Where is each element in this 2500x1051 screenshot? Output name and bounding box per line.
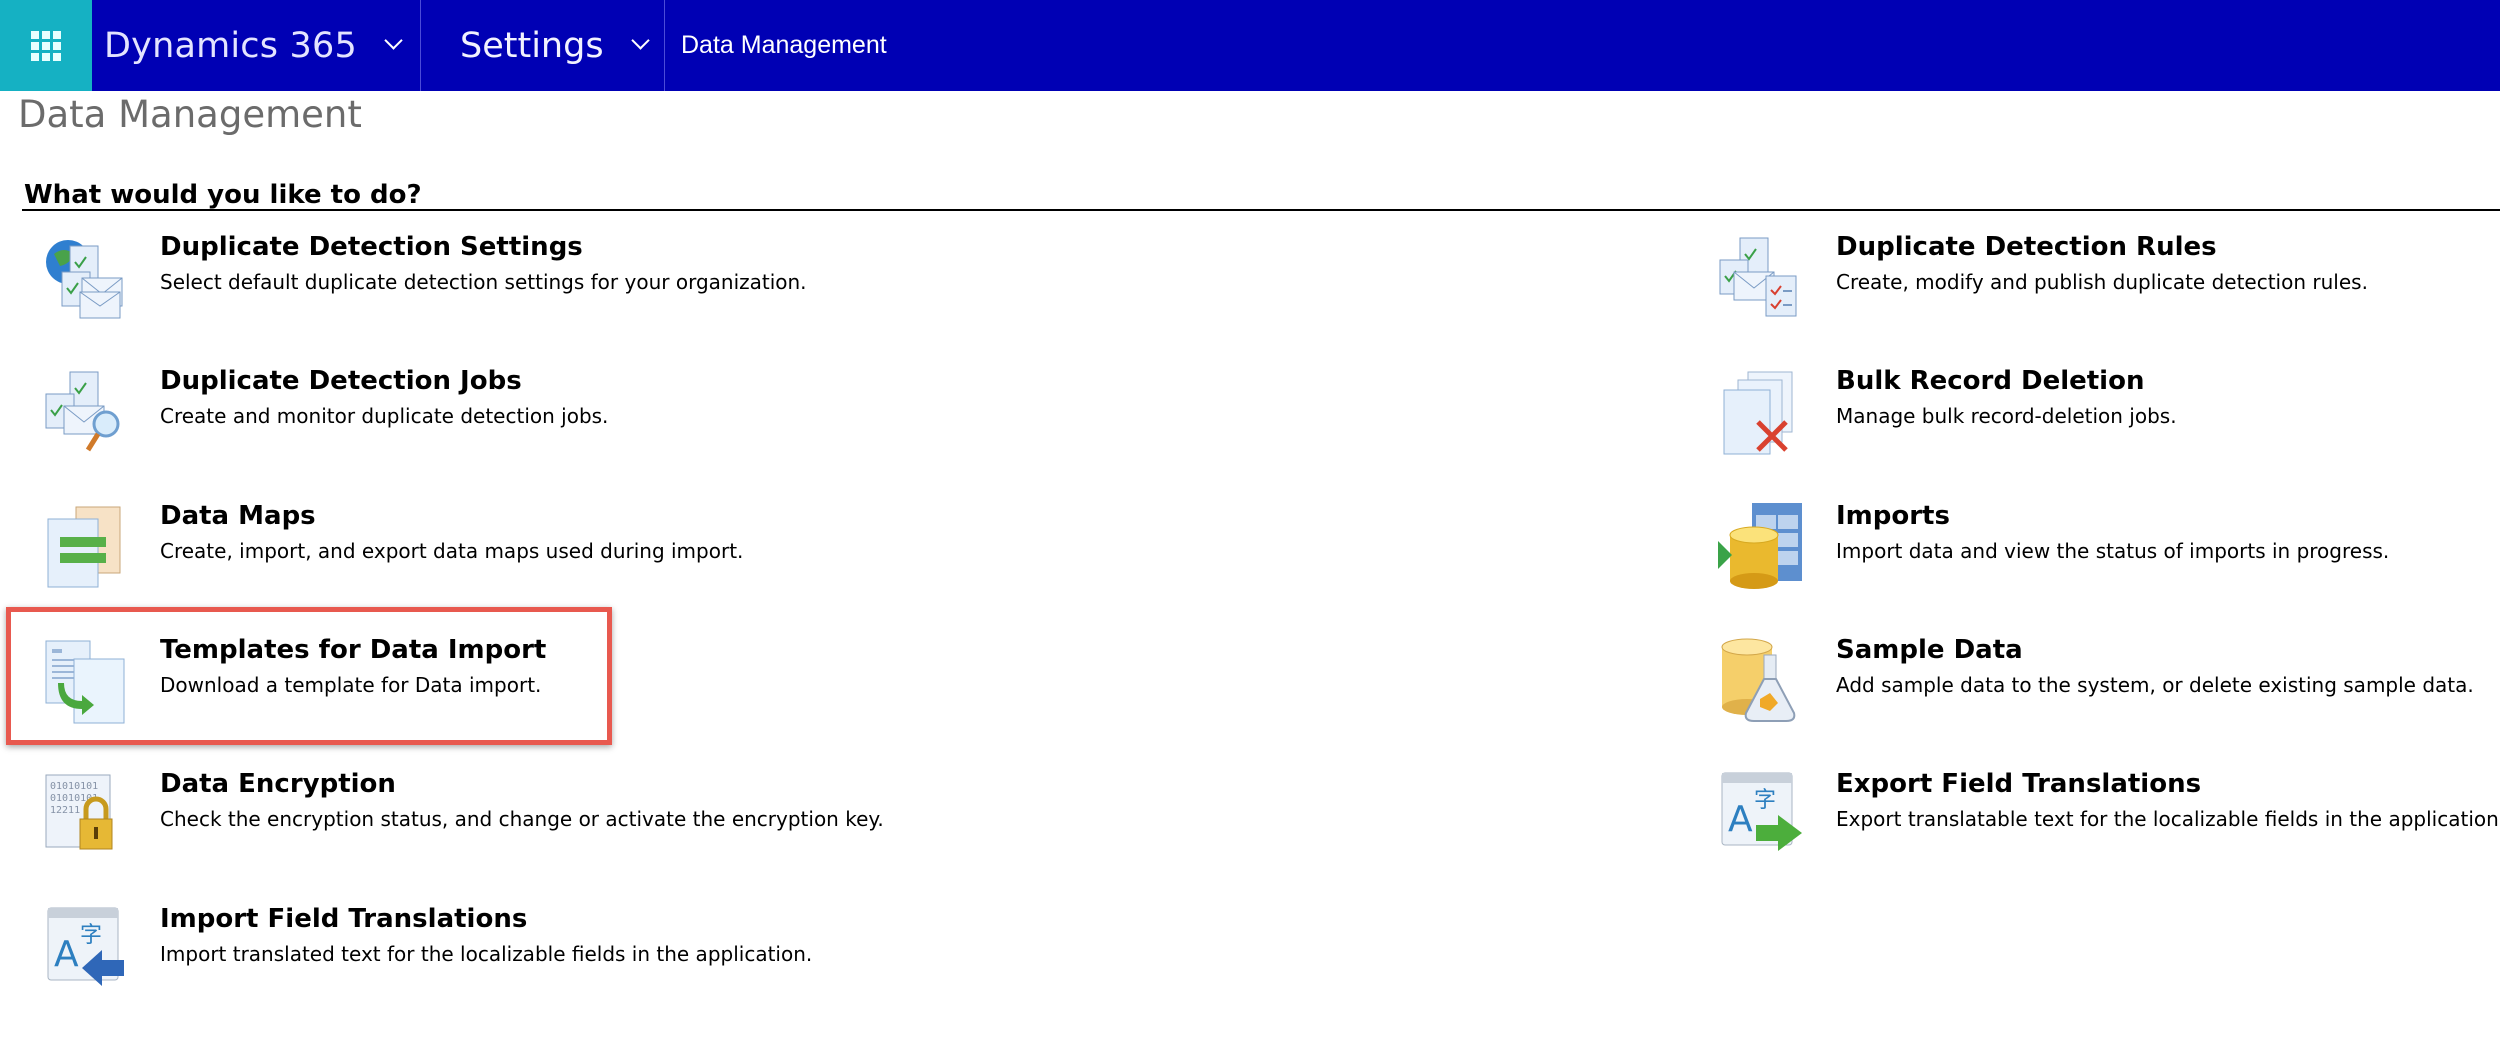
item-description: Download a template for Data import. <box>160 673 542 697</box>
item-title[interactable]: Bulk Record Deletion <box>1836 366 2144 396</box>
svg-text:A: A <box>54 934 79 975</box>
nav-divider <box>664 0 665 91</box>
item-title[interactable]: Templates for Data Import <box>160 635 546 665</box>
nav-divider <box>420 0 421 91</box>
bulk-record-deletion-icon <box>1723 371 1793 455</box>
svg-text:12211: 12211 <box>50 805 80 816</box>
import-field-translations-icon: A 字 <box>47 907 124 986</box>
item-description: Create, modify and publish duplicate det… <box>1836 270 2368 294</box>
app-name-menu[interactable]: Dynamics 365 <box>104 0 403 91</box>
top-navigation-bar: Dynamics 365 Settings Data Management <box>0 0 2500 91</box>
duplicate-detection-jobs-icon <box>45 371 120 452</box>
item-title[interactable]: Sample Data <box>1836 635 2023 665</box>
item-description: Create, import, and export data maps use… <box>160 539 744 563</box>
item-description: Add sample data to the system, or delete… <box>1836 673 2474 697</box>
duplicate-detection-rules-icon <box>1719 237 1797 317</box>
item-title[interactable]: Duplicate Detection Settings <box>160 232 583 262</box>
item-title[interactable]: Data Encryption <box>160 769 396 799</box>
item-description: Import data and view the status of impor… <box>1836 539 2390 563</box>
item-description: Create and monitor duplicate detection j… <box>160 404 609 428</box>
app-launcher-button[interactable] <box>0 0 92 91</box>
chevron-down-icon <box>630 31 650 50</box>
item-description: Select default duplicate detection setti… <box>160 270 807 294</box>
data-maps-icon <box>47 506 121 588</box>
svg-text:A: A <box>1728 799 1753 840</box>
sample-data-icon <box>1721 638 1796 722</box>
duplicate-detection-settings-icon <box>46 240 123 319</box>
svg-text:字: 字 <box>80 923 102 948</box>
svg-text:01010101: 01010101 <box>50 781 98 792</box>
svg-text:字: 字 <box>1754 788 1776 813</box>
section-divider <box>22 209 2500 211</box>
waffle-grid-icon <box>31 30 61 61</box>
data-encryption-icon: 01010101 01010101 12211 <box>45 774 113 850</box>
item-title[interactable]: Duplicate Detection Jobs <box>160 366 522 396</box>
item-description: Import translated text for the localizab… <box>160 942 813 966</box>
templates-for-data-import-icon <box>45 640 125 724</box>
settings-label: Settings <box>460 25 604 66</box>
item-title[interactable]: Duplicate Detection Rules <box>1836 232 2217 262</box>
imports-icon <box>1718 503 1802 589</box>
item-description: Check the encryption status, and change … <box>160 807 884 831</box>
export-field-translations-icon: A 字 <box>1721 772 1802 851</box>
section-heading: What would you like to do? <box>24 180 422 210</box>
breadcrumb-data-management[interactable]: Data Management <box>681 0 887 91</box>
chevron-down-icon <box>384 31 403 50</box>
item-title[interactable]: Data Maps <box>160 501 316 531</box>
app-name-label: Dynamics 365 <box>104 25 357 66</box>
item-title[interactable]: Imports <box>1836 501 1950 531</box>
settings-area-menu[interactable]: Settings <box>460 0 650 91</box>
item-description: Export translatable text for the localiz… <box>1836 807 2499 831</box>
item-title[interactable]: Import Field Translations <box>160 904 527 934</box>
item-title[interactable]: Export Field Translations <box>1836 769 2201 799</box>
page-title: Data Management <box>18 93 362 136</box>
item-description: Manage bulk record-deletion jobs. <box>1836 404 2177 428</box>
